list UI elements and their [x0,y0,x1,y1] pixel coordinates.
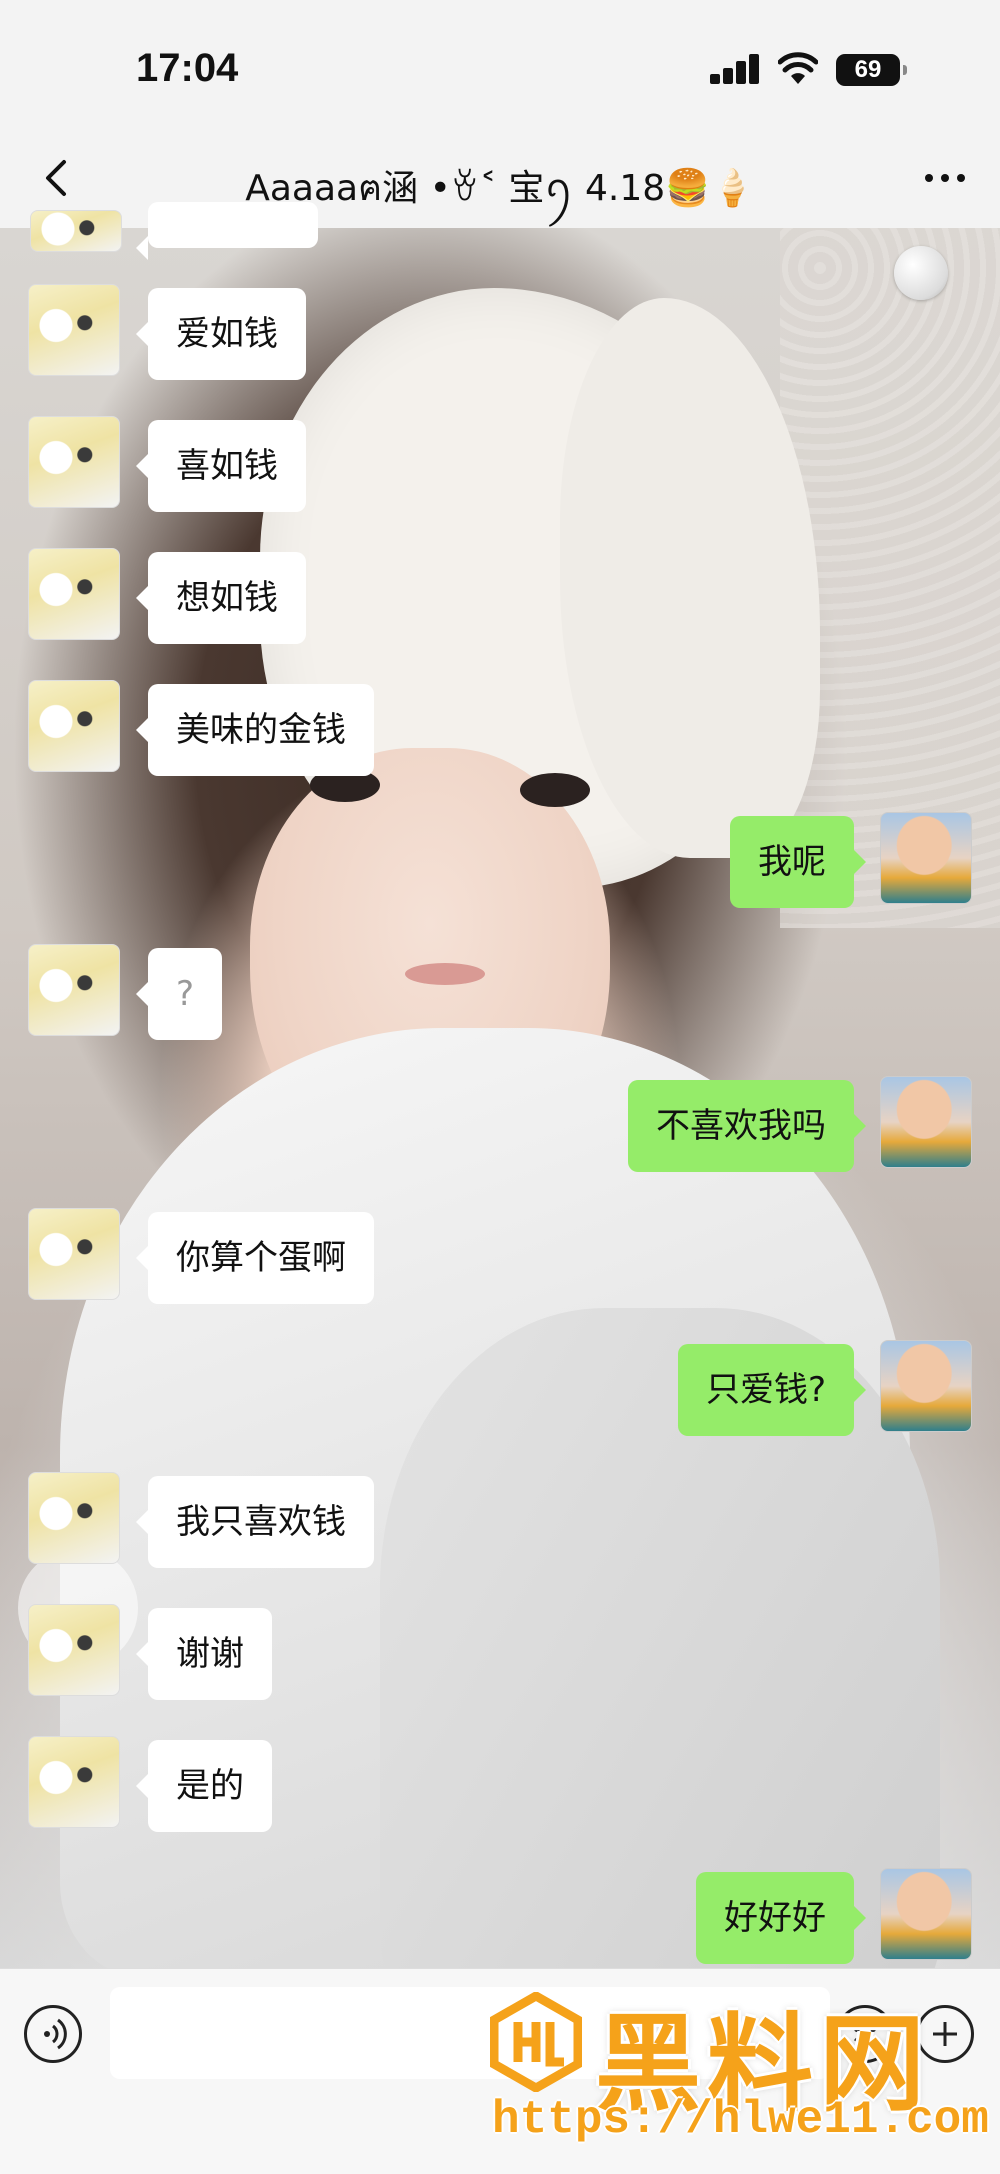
incoming-message-bubble[interactable]: 谢谢 [136,1608,272,1700]
incoming-message-bubble[interactable]: ? [135,948,223,1040]
incoming-message-bubble[interactable]: 爱如钱 [136,288,306,380]
background-lips [405,963,485,985]
contact-avatar[interactable] [28,284,120,376]
my-avatar[interactable] [880,812,972,904]
my-avatar[interactable] [880,1076,972,1168]
battery-indicator: 69 [836,54,907,86]
incoming-message-bubble[interactable]: 你算个蛋啊 [136,1212,374,1304]
outgoing-message-bubble[interactable]: 我呢 [730,816,866,908]
cellular-signal-icon [710,54,760,84]
background-eye [520,773,590,807]
my-avatar[interactable] [880,1868,972,1960]
incoming-message-bubble[interactable]: 是的 [136,1740,272,1832]
my-avatar[interactable] [880,1340,972,1432]
floating-ball-icon[interactable] [894,246,948,300]
contact-avatar[interactable] [28,416,120,508]
incoming-message-bubble[interactable]: 美味的金钱 [136,684,374,776]
voice-icon[interactable] [24,2005,82,2063]
incoming-message-bubble[interactable]: 我只喜欢钱 [136,1476,374,1568]
contact-avatar[interactable] [30,210,122,252]
outgoing-message-bubble[interactable]: 好好好 [696,1872,866,1964]
contact-avatar[interactable] [28,548,120,640]
contact-avatar[interactable] [28,1736,120,1828]
watermark-logo [490,1992,582,2092]
contact-avatar[interactable] [28,1208,120,1300]
status-time: 17:04 [136,46,239,90]
status-bar: 17:04 69 [0,0,1000,130]
background-cloth [380,1308,940,1968]
contact-avatar[interactable] [28,944,120,1036]
more-dots-icon[interactable] [920,156,970,200]
message-bubble-partial [136,202,318,260]
outgoing-message-bubble[interactable]: 只爱钱? [677,1344,867,1436]
contact-avatar[interactable] [28,680,120,772]
outgoing-message-bubble[interactable]: 不喜欢我吗 [628,1080,866,1172]
incoming-message-bubble[interactable]: 喜如钱 [136,420,306,512]
chevron-left-icon[interactable] [36,156,80,200]
watermark-url: https://hlwe11.com [492,2094,989,2146]
wifi-icon [778,52,818,84]
contact-avatar[interactable] [28,1604,120,1696]
contact-avatar[interactable] [28,1472,120,1564]
incoming-message-bubble[interactable]: 想如钱 [136,552,306,644]
